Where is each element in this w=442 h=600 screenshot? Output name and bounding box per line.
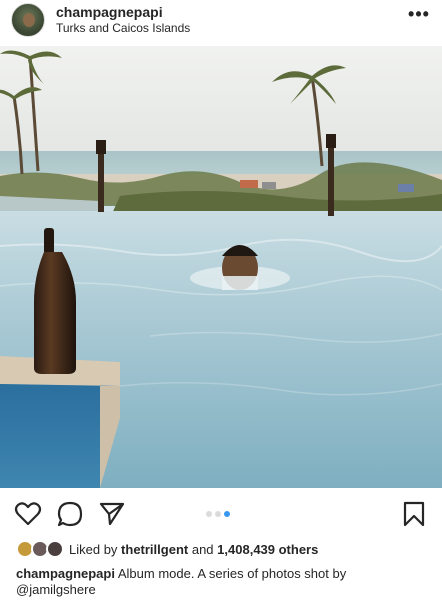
- action-bar: [0, 496, 442, 532]
- location-link[interactable]: Turks and Caicos Islands: [56, 21, 190, 35]
- likes-prefix: Liked by: [69, 542, 118, 557]
- heart-icon[interactable]: [14, 500, 42, 528]
- caption-username-link[interactable]: champagnepapi: [16, 566, 115, 581]
- post-header: champagnepapi Turks and Caicos Islands •…: [0, 0, 442, 46]
- post-caption: champagnepapi Album mode. A series of ph…: [16, 566, 428, 598]
- liked-by-user-link[interactable]: thetrillgent: [121, 542, 188, 557]
- likes-joiner: and: [191, 542, 214, 557]
- caption-mention-link[interactable]: @jamilgshere: [16, 582, 96, 597]
- username-link[interactable]: champagnepapi: [56, 4, 163, 20]
- more-options-icon[interactable]: •••: [408, 5, 430, 24]
- carousel-dot: [215, 511, 221, 517]
- likes-count-link[interactable]: 1,408,439 others: [217, 542, 318, 557]
- caption-text: Album mode. A series of photos shot by: [117, 566, 347, 581]
- likes-row: Liked by thetrillgent and 1,408,439 othe…: [0, 540, 442, 560]
- avatar[interactable]: [11, 3, 45, 37]
- bookmark-icon[interactable]: [400, 500, 428, 528]
- carousel-dot-active: [224, 511, 230, 517]
- carousel-dot: [206, 511, 212, 517]
- carousel-indicator: [206, 511, 233, 517]
- post-photo[interactable]: [0, 46, 442, 488]
- liker-avatar[interactable]: [46, 540, 64, 558]
- likes-summary: Liked by thetrillgent and 1,408,439 othe…: [69, 542, 318, 557]
- comment-icon[interactable]: [56, 500, 84, 528]
- share-icon[interactable]: [98, 500, 126, 528]
